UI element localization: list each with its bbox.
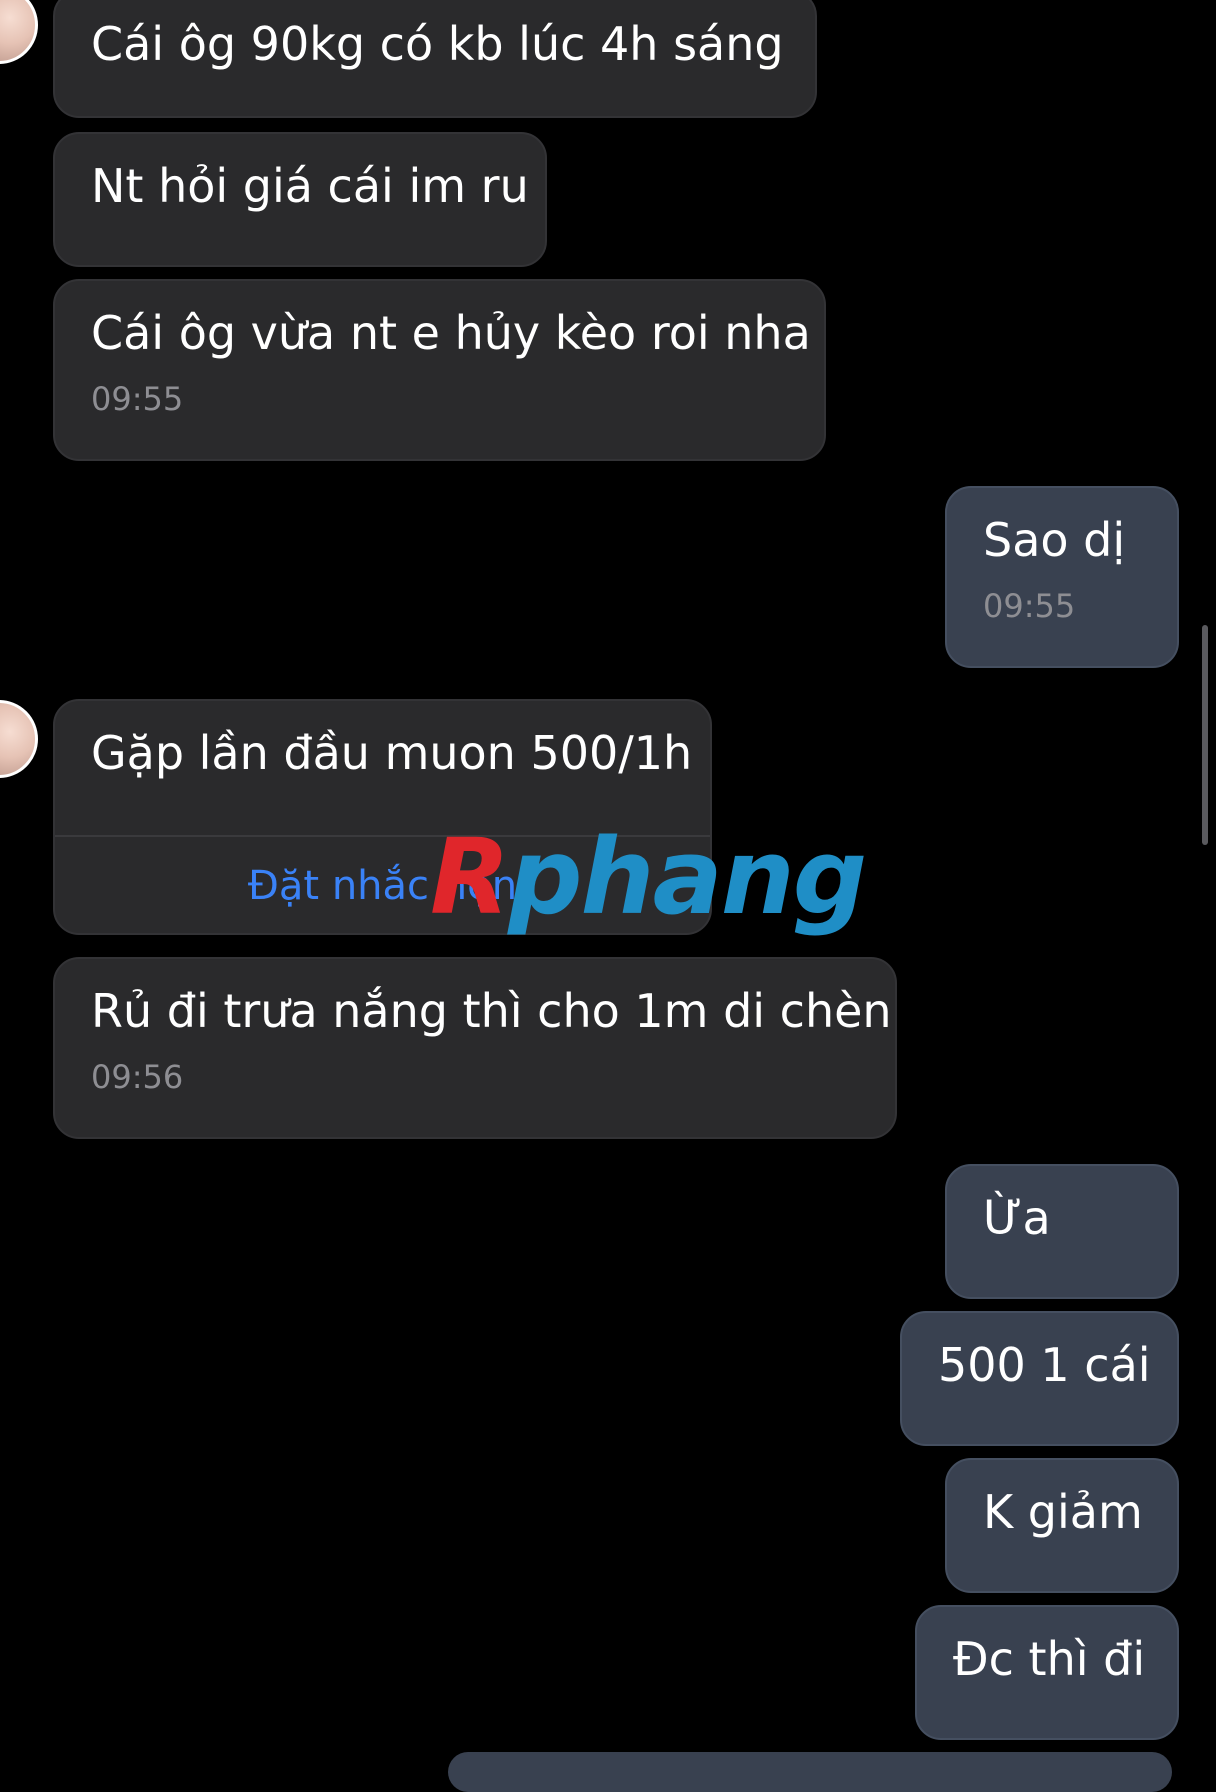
contact-avatar[interactable] — [0, 0, 38, 64]
message-timestamp: 09:55 — [91, 380, 184, 418]
watermark-logo: Rphang — [430, 816, 867, 938]
message-bubble-outgoing[interactable]: Ừa — [945, 1164, 1179, 1299]
message-text: 500 1 cái — [938, 1338, 1151, 1392]
message-bubble-incoming[interactable]: Cái ôg 90kg có kb lúc 4h sáng — [53, 0, 817, 118]
message-text: Rủ đi trưa nắng thì cho 1m di chèn — [91, 984, 892, 1038]
message-bubble-outgoing-partial[interactable] — [448, 1752, 1172, 1792]
message-bubble-incoming[interactable]: Cái ôg vừa nt e hủy kèo roi nha 09:55 — [53, 279, 826, 461]
message-bubble-incoming[interactable]: Rủ đi trưa nắng thì cho 1m di chèn 09:56 — [53, 957, 897, 1139]
message-timestamp: 09:55 — [983, 587, 1076, 625]
message-text: Sao dị — [983, 513, 1126, 567]
message-timestamp: 09:56 — [91, 1058, 184, 1096]
message-text: Cái ôg 90kg có kb lúc 4h sáng — [91, 17, 784, 71]
message-text: Gặp lần đầu muon 500/1h — [91, 726, 693, 780]
message-text: Ừa — [983, 1191, 1051, 1245]
message-text: Đc thì đi — [953, 1632, 1146, 1686]
message-bubble-outgoing[interactable]: K giảm — [945, 1458, 1179, 1593]
message-text: Nt hỏi giá cái im ru — [91, 159, 529, 213]
contact-avatar[interactable] — [0, 700, 38, 778]
message-bubble-outgoing[interactable]: Đc thì đi — [915, 1605, 1179, 1740]
message-bubble-outgoing[interactable]: 500 1 cái — [900, 1311, 1179, 1446]
scrollbar[interactable] — [1202, 625, 1208, 845]
message-text: K giảm — [983, 1485, 1143, 1539]
chat-thread[interactable]: Cái ôg 90kg có kb lúc 4h sáng Nt hỏi giá… — [0, 0, 1216, 1792]
message-text: Cái ôg vừa nt e hủy kèo roi nha — [91, 306, 811, 360]
message-bubble-incoming[interactable]: Nt hỏi giá cái im ru — [53, 132, 547, 267]
message-bubble-outgoing[interactable]: Sao dị 09:55 — [945, 486, 1179, 668]
